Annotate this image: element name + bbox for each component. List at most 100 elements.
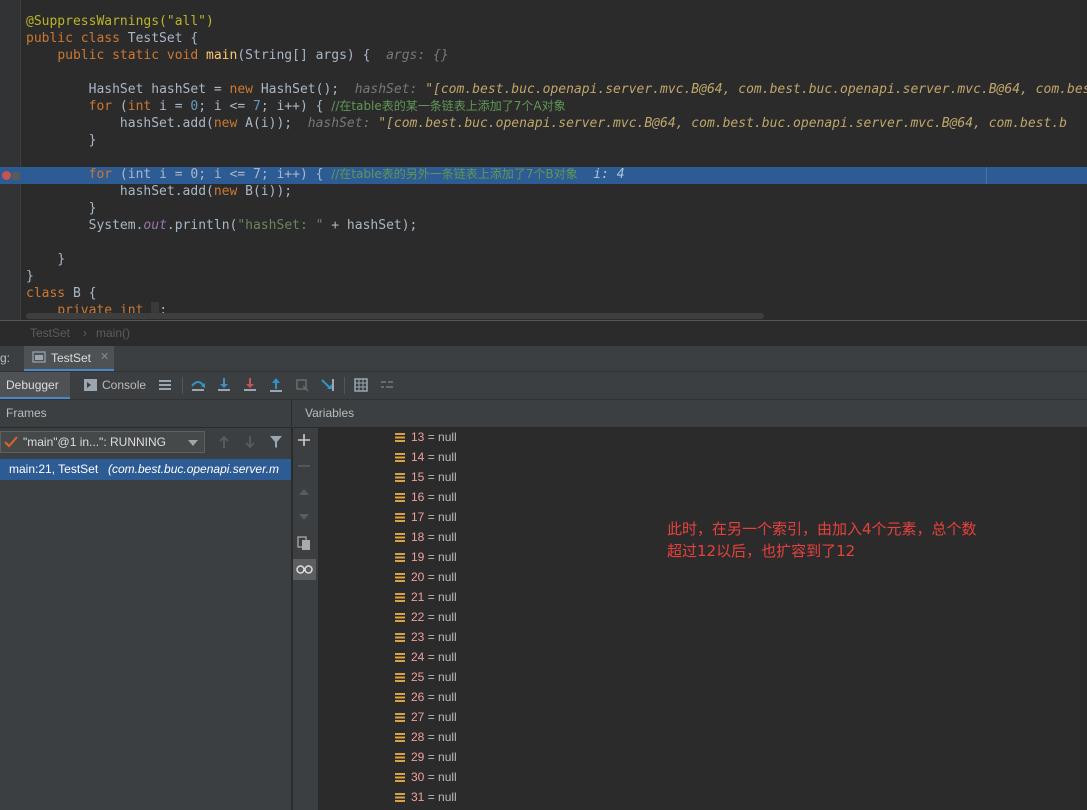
array-element-icon [395,573,405,582]
variable-value: = null [424,750,457,764]
console-icon [84,379,97,391]
tab-testset[interactable]: TestSet ✕ [24,346,114,371]
execution-point-icon [12,172,20,180]
trace-stream-icon[interactable] [379,377,395,393]
variable-key: 23 [411,630,425,644]
editor-gutter[interactable] [0,0,20,320]
array-element-icon [395,453,405,462]
variable-row[interactable]: 28 = null [395,727,457,747]
chevron-down-icon [188,440,198,446]
move-down-icon[interactable] [297,510,311,524]
evaluate-expression-icon[interactable] [353,377,369,393]
variable-value: = null [424,770,457,784]
close-icon[interactable]: ✕ [100,350,109,363]
variable-value: = null [424,730,457,744]
code-line-10: for (int i = 0; i <= 7; i++) { //在table表… [88,167,625,182]
move-up-icon[interactable] [297,485,311,499]
variable-row[interactable]: 23 = null [395,627,457,647]
code-line-11: hashSet.add(new B(i)); [119,184,293,199]
array-element-icon [395,633,405,642]
previous-frame-icon[interactable] [217,435,231,449]
frame-method: main:21, TestSet [9,462,99,476]
variable-row[interactable]: 25 = null [395,667,457,687]
array-element-icon [395,493,405,502]
remove-watch-icon[interactable] [297,459,311,473]
code-editor[interactable]: @SuppressWarnings("all") public class Te… [0,0,1087,320]
variable-key: 22 [411,610,425,624]
array-element-icon [395,613,405,622]
code-line-7: hashSet.add(new A(i)); hashSet: "[com.be… [119,116,1067,131]
array-element-icon [395,793,405,802]
stack-frame-item[interactable]: main:21, TestSet (com.best.buc.openapi.s… [0,459,291,480]
toolbar-separator [344,377,345,394]
variable-value: = null [424,490,457,504]
run-to-cursor-icon[interactable] [320,377,336,393]
breakpoint-icon[interactable] [2,171,11,180]
variable-value: = null [424,450,457,464]
array-element-icon [395,553,405,562]
variable-key: 15 [411,470,425,484]
variable-row[interactable]: 16 = null [395,487,457,507]
variable-value: = null [424,470,457,484]
array-element-icon [395,533,405,542]
array-element-icon [395,733,405,742]
variable-row[interactable]: 17 = null [395,507,457,527]
variable-row[interactable]: 14 = null [395,447,457,467]
variable-key: 27 [411,710,425,724]
filter-icon[interactable] [269,435,283,449]
layout-menu-icon[interactable] [157,377,173,393]
editor-horizontal-scrollbar[interactable] [26,313,764,319]
variable-row[interactable]: 30 = null [395,767,457,787]
code-line-6: for (int i = 0; i <= 7; i++) { //在table表… [88,99,566,114]
variable-row[interactable]: 21 = null [395,587,457,607]
array-element-icon [395,653,405,662]
variable-key: 28 [411,730,425,744]
right-margin-guide [986,167,987,184]
variable-row[interactable]: 19 = null [395,547,457,567]
step-over-icon[interactable] [190,377,206,393]
variable-key: 20 [411,570,425,584]
drop-frame-icon[interactable] [294,377,310,393]
thread-selector[interactable]: "main"@1 in...": RUNNING [0,431,205,453]
variable-row[interactable]: 15 = null [395,467,457,487]
tab-console[interactable]: Console [80,372,150,399]
breadcrumb-method[interactable]: main() [96,326,130,340]
annotation-note-line-1: 此时，在另一个索引，由加入4个元素，总个数 [667,520,977,538]
tab-label: TestSet [51,351,92,365]
step-into-icon[interactable] [216,377,232,393]
thread-selector-value: "main"@1 in...": RUNNING [23,435,166,449]
array-element-icon [395,713,405,722]
tab-console-label: Console [102,378,147,392]
copy-icon[interactable] [297,536,311,550]
variable-row[interactable]: 24 = null [395,647,457,667]
array-element-icon [395,473,405,482]
next-frame-icon[interactable] [243,435,257,449]
variable-row[interactable]: 31 = null [395,787,457,807]
force-step-into-icon[interactable] [242,377,258,393]
breadcrumb-class[interactable]: TestSet [30,326,70,340]
variable-row[interactable]: 26 = null [395,687,457,707]
variable-row[interactable]: 29 = null [395,747,457,767]
inline-debug-hint: hashSet: [307,116,379,131]
breadcrumb [0,320,1087,347]
show-watches-toggle[interactable] [293,559,316,580]
variable-row[interactable]: 18 = null [395,527,457,547]
variable-row[interactable]: 13 = null [395,427,457,447]
frames-header: Frames [6,406,47,420]
variable-row[interactable]: 27 = null [395,707,457,727]
code-line-1: @SuppressWarnings("all") [26,14,214,29]
panes-header [0,400,1087,428]
array-element-icon [395,693,405,702]
code-line-2: public class TestSet { [26,31,199,46]
code-line-3: public static void main(String[] args) {… [57,48,449,63]
code-line-13: System.out.println("hashSet: " + hashSet… [88,218,418,233]
variable-row[interactable]: 22 = null [395,607,457,627]
variable-row[interactable]: 20 = null [395,567,457,587]
toolbar-separator [182,377,183,394]
step-out-icon[interactable] [268,377,284,393]
add-watch-icon[interactable] [297,433,311,447]
code-line-8: } [88,133,97,148]
variable-key: 29 [411,750,425,764]
variable-value: = null [424,570,457,584]
tab-debugger[interactable]: Debugger [0,372,70,399]
